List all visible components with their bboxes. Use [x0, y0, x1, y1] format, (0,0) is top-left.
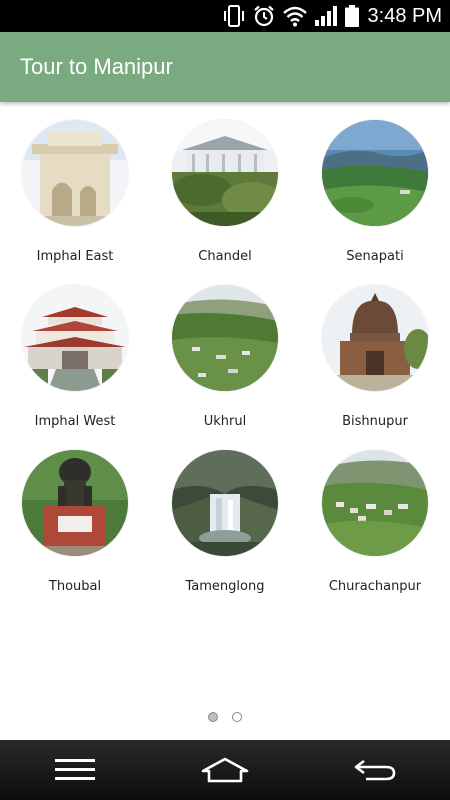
- status-bar: 3:48 PM: [0, 0, 450, 32]
- district-label: Churachanpur: [328, 579, 422, 594]
- status-time: 3:48 PM: [367, 4, 442, 27]
- alarm-icon: [253, 5, 274, 27]
- district-label: Imphal East: [36, 249, 114, 264]
- district-tile-imphal-east[interactable]: Imphal East: [0, 120, 150, 285]
- home-icon: [201, 757, 249, 783]
- bishnupur-image: [322, 285, 428, 391]
- district-label: Tamenglong: [185, 579, 265, 594]
- district-label: Thoubal: [48, 579, 102, 594]
- page-dot-2[interactable]: [232, 712, 242, 722]
- district-tile-senapati[interactable]: Senapati: [300, 120, 450, 285]
- district-tile-bishnupur[interactable]: Bishnupur: [300, 285, 450, 450]
- vibrate-icon: [223, 5, 244, 27]
- back-icon: [354, 759, 396, 781]
- district-tile-churachanpur[interactable]: Churachanpur: [300, 450, 450, 615]
- home-button[interactable]: [180, 745, 270, 795]
- district-tile-ukhrul[interactable]: Ukhrul: [150, 285, 300, 450]
- district-tile-tamenglong[interactable]: Tamenglong: [150, 450, 300, 615]
- imphal-west-image: [22, 285, 128, 391]
- back-button[interactable]: [330, 745, 420, 795]
- district-label: Chandel: [198, 249, 252, 264]
- district-label: Bishnupur: [342, 414, 408, 429]
- thoubal-image: [22, 450, 128, 556]
- senapati-image: [322, 120, 428, 226]
- district-label: Senapati: [346, 249, 404, 264]
- navigation-bar: [0, 740, 450, 800]
- signal-icon: [314, 6, 337, 26]
- district-label: Ukhrul: [203, 414, 247, 429]
- wifi-icon: [282, 6, 307, 27]
- chandel-image: [172, 120, 278, 226]
- app-bar: Tour to Manipur: [0, 32, 450, 102]
- status-icons: 3:48 PM: [222, 0, 442, 32]
- battery-icon: [344, 5, 359, 27]
- district-tile-imphal-west[interactable]: Imphal West: [0, 285, 150, 450]
- tamenglong-image: [172, 450, 278, 556]
- menu-button[interactable]: [30, 745, 120, 795]
- district-grid: Imphal East Chandel Senapati Imphal West…: [0, 102, 450, 720]
- page-indicator: [0, 712, 450, 728]
- menu-icon: [55, 759, 95, 780]
- page-dot-1[interactable]: [208, 712, 218, 722]
- ukhrul-image: [172, 285, 278, 391]
- district-tile-chandel[interactable]: Chandel: [150, 120, 300, 285]
- churachanpur-image: [322, 450, 428, 556]
- district-tile-thoubal[interactable]: Thoubal: [0, 450, 150, 615]
- screen: 3:48 PM Tour to Manipur Imphal East Chan…: [0, 0, 450, 800]
- imphal-east-image: [22, 120, 128, 226]
- district-label: Imphal West: [34, 414, 116, 429]
- app-title: Tour to Manipur: [20, 54, 173, 79]
